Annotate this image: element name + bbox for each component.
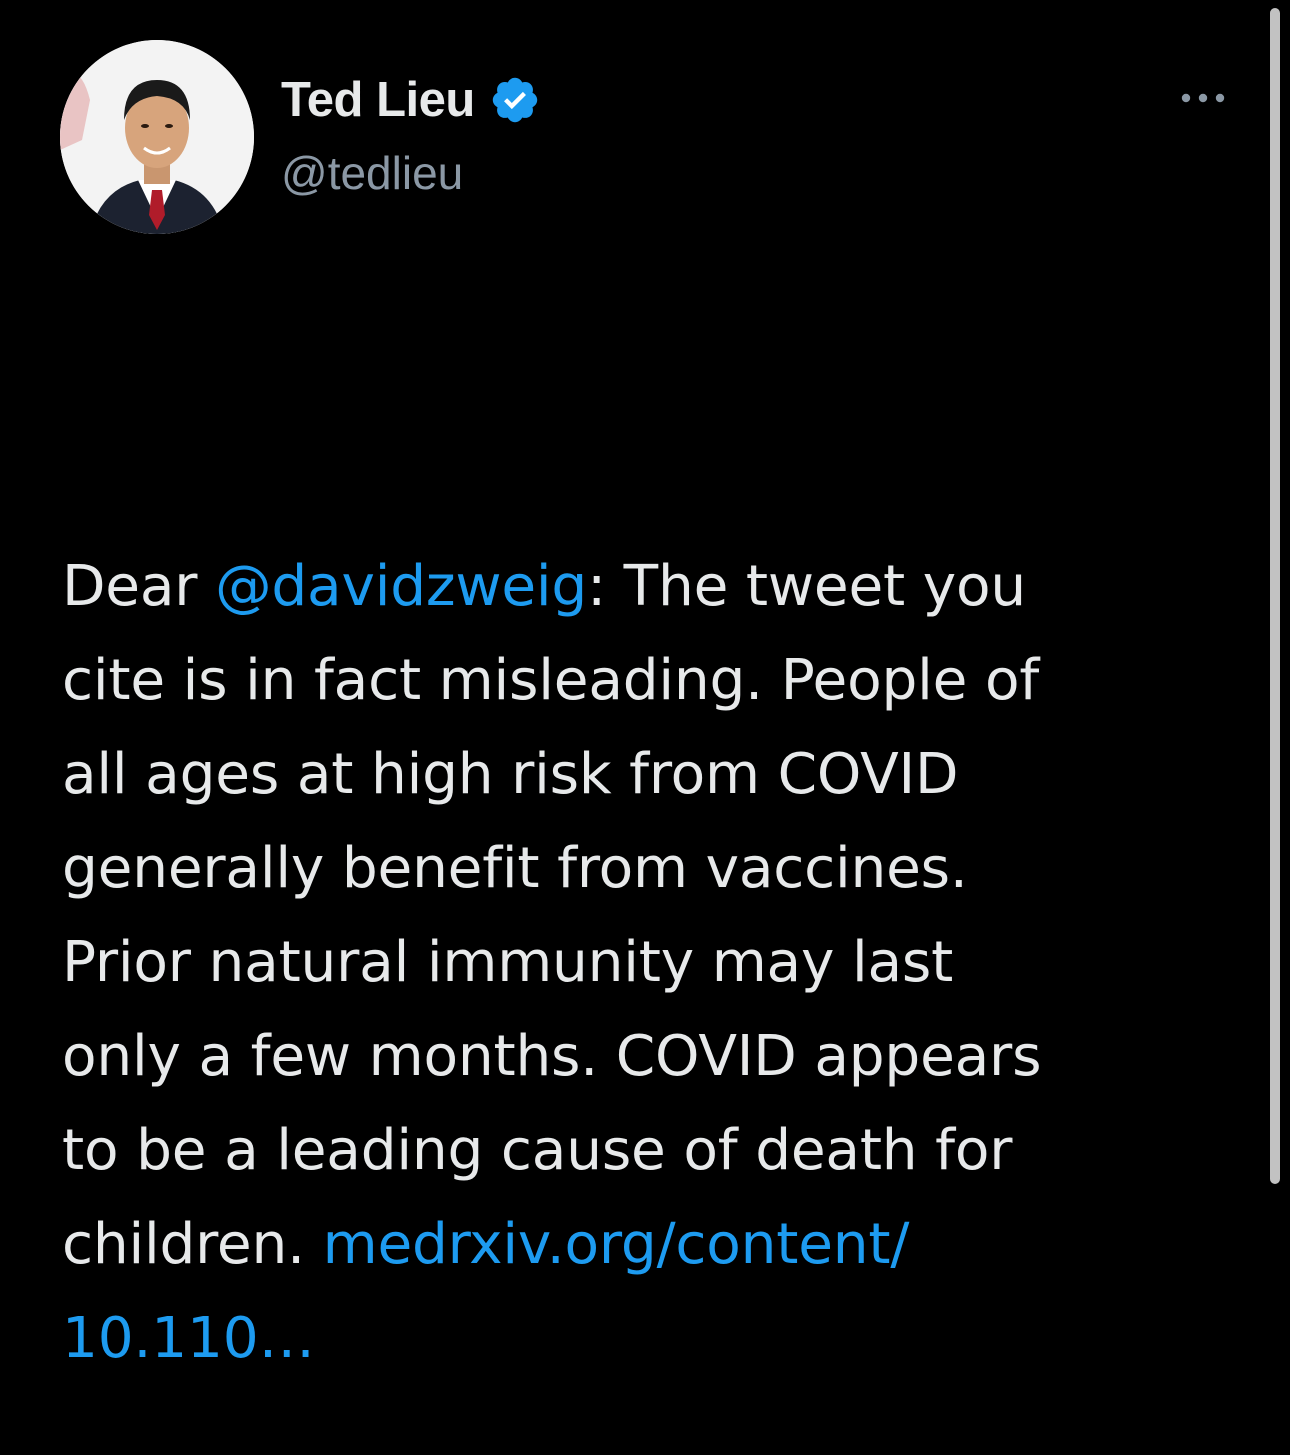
text-segment: children. [62, 1212, 323, 1277]
display-name[interactable]: Ted Lieu [281, 72, 475, 128]
tweet-text-line: cite is in fact misleading. People of [62, 648, 1040, 713]
tweet-text-line: 10.110… [62, 1292, 1257, 1386]
tweet-text-line: generally benefit from vaccines. [62, 836, 968, 901]
tweet: Ted Lieu @tedlieu Dear @davidzweig: The … [0, 0, 1290, 1455]
tweet-text-line: Prior natural immunity may last [62, 930, 954, 995]
url-link-continued[interactable]: 10.110… [62, 1306, 315, 1371]
text-segment: Dear [62, 554, 216, 619]
tweet-text-line: only a few months. COVID appears [62, 1024, 1042, 1089]
url-link[interactable]: medrxiv.org/content/ [323, 1212, 910, 1277]
text-segment: : The tweet you [587, 554, 1026, 619]
tweet-text-line: children. medrxiv.org/content/ [62, 1198, 1257, 1292]
tweet-text-line: Dear @davidzweig: The tweet you [62, 540, 1257, 634]
author-handle[interactable]: @tedlieu [281, 146, 463, 200]
scrollbar[interactable] [1270, 8, 1280, 1184]
tweet-text-line: to be a leading cause of death for [62, 1118, 1013, 1183]
avatar[interactable] [60, 40, 254, 234]
profile-photo-icon [60, 40, 254, 234]
author-name-row: Ted Lieu [281, 70, 541, 130]
tweet-text: Dear @davidzweig: The tweet you cite is … [62, 540, 1257, 1386]
mention-link[interactable]: @davidzweig [215, 554, 587, 619]
tweet-text-line: all ages at high risk from COVID [62, 742, 959, 807]
verified-badge-icon[interactable] [489, 74, 541, 126]
more-horizontal-icon[interactable] [1180, 88, 1226, 108]
